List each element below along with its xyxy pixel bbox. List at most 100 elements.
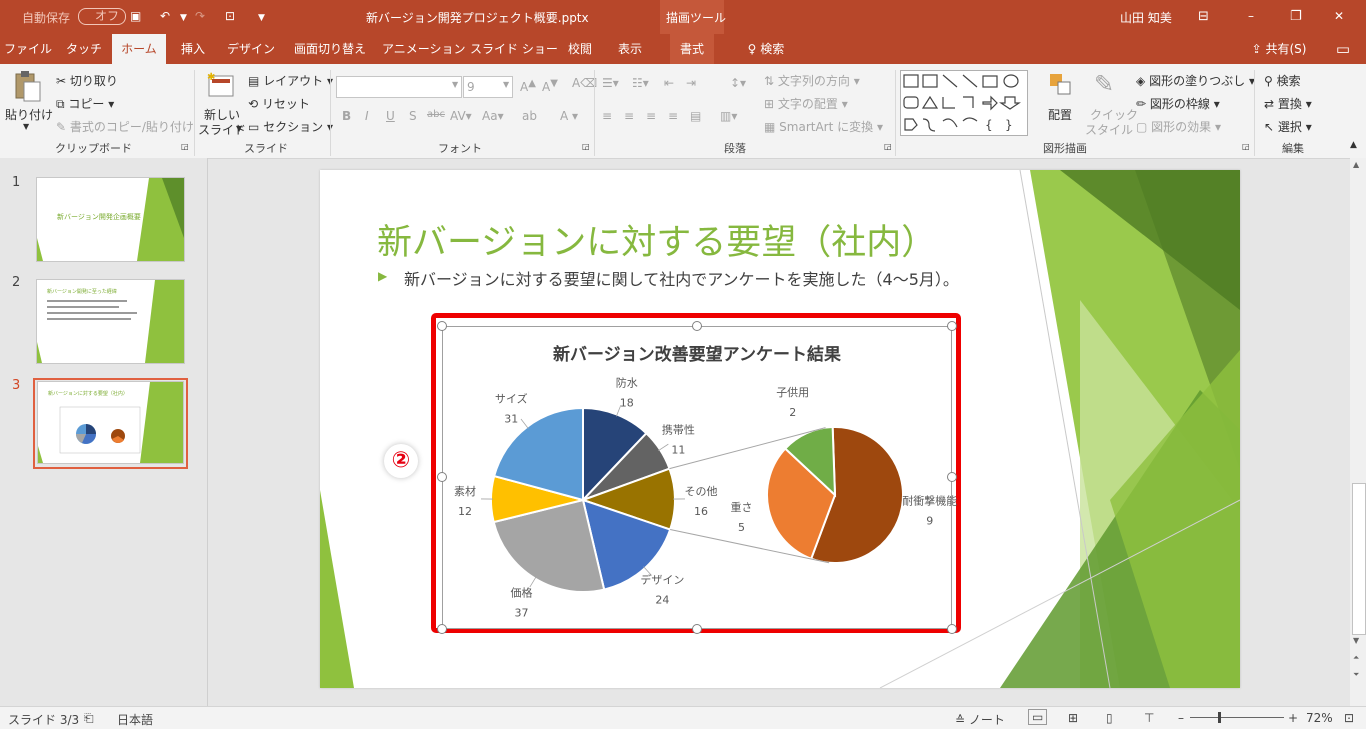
language-indicator[interactable]: 日本語 [117, 711, 153, 728]
shape-outline-button[interactable]: ✏ 図形の枠線 ▾ [1136, 95, 1220, 112]
scroll-down-icon[interactable]: ▼ [1353, 636, 1359, 645]
shape-effects-button[interactable]: ▢ 図形の効果 ▾ [1136, 118, 1221, 135]
columns-icon[interactable]: ▥▾ [720, 109, 737, 123]
underline-icon[interactable]: U [386, 109, 395, 123]
shadow-icon[interactable]: S [409, 109, 417, 123]
present-icon[interactable]: ⊡ [225, 9, 235, 23]
layout-button[interactable]: ▤ レイアウト ▾ [248, 72, 333, 89]
vertical-scrollbar[interactable]: ▲ ▼ ⏶ ⏷ [1350, 158, 1366, 706]
close-icon[interactable]: ✕ [1334, 9, 1344, 23]
find-button[interactable]: ⚲ 検索 [1264, 72, 1301, 89]
slide-title[interactable]: 新バージョンに対する要望（社内） [377, 214, 936, 265]
paste-icon[interactable] [12, 70, 42, 100]
tab-home[interactable]: ホーム [112, 34, 166, 64]
tab-transitions[interactable]: 画面切り替え [292, 34, 368, 64]
arrange-icon[interactable] [1048, 72, 1074, 101]
ribbon-display-icon[interactable]: ⊟ [1198, 9, 1209, 24]
bullets-icon[interactable]: ☰▾ [602, 76, 619, 90]
font-launcher-icon[interactable]: ◲ [582, 142, 590, 151]
increase-indent-icon[interactable]: ⇥ [686, 76, 696, 90]
arrange-button[interactable]: 配置 [1048, 106, 1072, 123]
new-slide-dropdown-icon[interactable]: ▼ [236, 124, 242, 133]
prev-slide-icon[interactable]: ⏶ [1353, 653, 1359, 663]
paste-button[interactable]: 貼り付け [5, 106, 53, 123]
thumbnail-slide-1[interactable]: 新バージョン開発企画概要 [36, 177, 185, 262]
zoom-slider[interactable] [1190, 717, 1284, 718]
tab-review[interactable]: 校閲 [562, 34, 598, 64]
bullet-text[interactable]: 新バージョンに対する要望に関して社内でアンケートを実施した（4～5月）。 [404, 266, 959, 290]
numbering-icon[interactable]: ☷▾ [632, 76, 649, 90]
shrink-font-icon[interactable]: A▼ [542, 78, 558, 94]
thumbnail-slide-3[interactable]: 新バージョンに対する要望（社内） [37, 381, 184, 464]
tab-slideshow[interactable]: スライド ショー [470, 34, 554, 64]
font-color2-icon[interactable]: A ▾ [560, 109, 578, 123]
slide-sorter-icon[interactable]: ⊞ [1068, 711, 1078, 725]
reading-view-icon[interactable]: ▯ [1106, 711, 1113, 725]
spellcheck-icon[interactable]: ⎗ [84, 711, 94, 726]
cut-button[interactable]: ✂ 切り取り [56, 72, 118, 89]
tab-format[interactable]: 書式 [670, 34, 714, 64]
format-painter-button[interactable]: ✎ 書式のコピー/貼り付け [56, 118, 194, 135]
align-right-icon[interactable]: ≡ [646, 109, 656, 123]
drawing-launcher-icon[interactable]: ◲ [1242, 142, 1250, 151]
user-name[interactable]: 山田 知美 [1120, 9, 1172, 26]
char-spacing-icon[interactable]: AV▾ [450, 109, 472, 123]
zoom-slider-thumb[interactable] [1218, 712, 1221, 723]
tab-view[interactable]: 表示 [612, 34, 648, 64]
comments-icon[interactable]: ▭ [1328, 34, 1358, 64]
smartart-button[interactable]: ▦ SmartArt に変換 ▾ [764, 118, 883, 135]
undo-dropdown-icon[interactable]: ▼ [180, 13, 187, 23]
reset-button[interactable]: ⟲ リセット [248, 95, 310, 112]
font-color-icon[interactable]: ab [522, 109, 537, 123]
next-slide-icon[interactable]: ⏷ [1353, 670, 1359, 680]
zoom-level[interactable]: 72% [1306, 711, 1333, 725]
tab-file[interactable]: ファイル [4, 34, 52, 64]
collapse-ribbon-icon[interactable]: ▲ [1350, 140, 1357, 150]
text-direction-button[interactable]: ⇅ 文字列の方向 ▾ [764, 72, 860, 89]
align-text-button[interactable]: ⊞ 文字の配置 ▾ [764, 95, 848, 112]
tab-animations[interactable]: アニメーション [382, 34, 458, 64]
justify-icon[interactable]: ≡ [668, 109, 678, 123]
align-left-icon[interactable]: ≡ [602, 109, 612, 123]
notes-button[interactable]: ≙ ノート [955, 711, 1005, 728]
bold-icon[interactable]: B [342, 109, 351, 123]
chart-frame[interactable] [442, 326, 952, 629]
undo-icon[interactable]: ↶ [160, 9, 170, 23]
select-button[interactable]: ↖ 選択 ▾ [1264, 118, 1312, 135]
fit-slide-icon[interactable]: ⊡ [1344, 711, 1354, 725]
restore-icon[interactable]: ❐ [1290, 9, 1302, 24]
slide-canvas[interactable]: 新バージョンに対する要望（社内） ▶ 新バージョンに対する要望に関して社内でアン… [320, 170, 1240, 688]
tell-me-search[interactable]: ♀ 検索 [736, 34, 796, 64]
copy-button[interactable]: ⧉ コピー ▾ [56, 95, 114, 112]
share-button[interactable]: ⇪ 共有(S) [1244, 34, 1314, 64]
italic-icon[interactable]: I [365, 109, 369, 123]
slideshow-view-icon[interactable]: ⊤ [1144, 711, 1154, 725]
font-name-dropdown-icon[interactable]: ▼ [452, 80, 458, 89]
tab-design[interactable]: デザイン [222, 34, 280, 64]
zoom-in-icon[interactable]: + [1288, 711, 1298, 725]
customize-qat-icon[interactable]: ▼ [258, 13, 265, 23]
paragraph-launcher-icon[interactable]: ◲ [884, 142, 892, 151]
new-slide-icon[interactable]: ✱ [205, 70, 235, 103]
redo-icon[interactable]: ↷ [195, 9, 205, 23]
thumbnail-slide-2[interactable]: 新バージョン開発に至った経緯 [36, 279, 185, 364]
quick-styles-icon[interactable]: ✎ [1094, 70, 1114, 98]
zoom-out-icon[interactable]: – [1178, 711, 1184, 725]
autosave-toggle[interactable]: オフ [78, 8, 126, 25]
change-case-icon[interactable]: Aa▾ [482, 109, 504, 123]
line-spacing-icon[interactable]: ↕▾ [730, 76, 746, 90]
distributed-icon[interactable]: ▤ [690, 109, 701, 123]
decrease-indent-icon[interactable]: ⇤ [664, 76, 674, 90]
scroll-thumb[interactable] [1352, 483, 1366, 635]
paste-dropdown-icon[interactable]: ▼ [23, 122, 29, 131]
normal-view-icon[interactable]: ▭ [1028, 709, 1047, 725]
clipboard-launcher-icon[interactable]: ◲ [181, 142, 189, 151]
save-icon[interactable]: ▣ [130, 9, 141, 23]
quick-styles-button-line2[interactable]: スタイル [1085, 121, 1133, 138]
grow-font-icon[interactable]: A▲ [520, 78, 536, 94]
section-button[interactable]: ▭ セクション ▾ [248, 118, 333, 135]
minimize-icon[interactable]: – [1248, 9, 1254, 23]
tab-insert[interactable]: 挿入 [172, 34, 214, 64]
font-name-combo[interactable] [336, 76, 462, 98]
tab-touch[interactable]: タッチ [62, 34, 106, 64]
